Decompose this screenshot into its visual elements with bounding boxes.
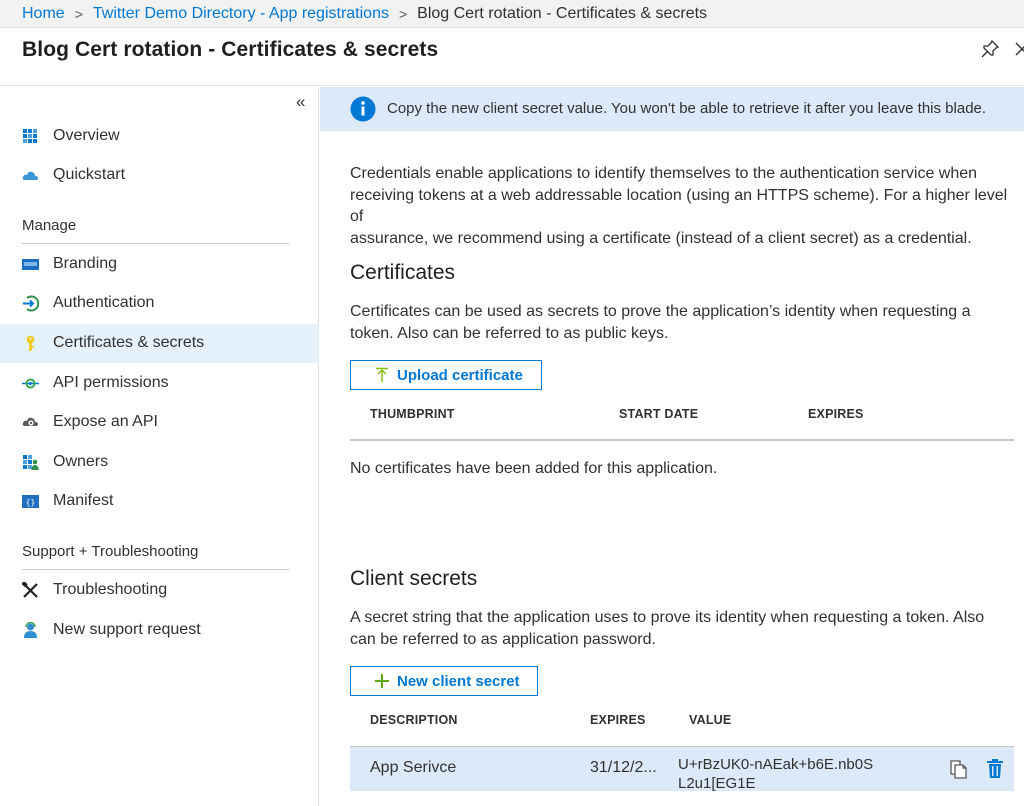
grid-icon — [23, 129, 37, 143]
certificates-description-line: token. Also can be referred to as public… — [350, 324, 669, 342]
intro-line: receiving tokens at a web addressable lo… — [350, 186, 1008, 226]
sidebar-item-label: Owners — [53, 453, 109, 470]
secret-description: App Serivce — [370, 759, 457, 776]
sidebar-item-label: Expose an API — [53, 413, 158, 430]
section-divider — [22, 569, 289, 570]
sidebar-item-expose-an-api[interactable]: Expose an API — [0, 403, 319, 442]
cloud-gear-icon — [22, 417, 38, 426]
intro-line: Credentials enable applications to ident… — [350, 165, 978, 182]
key-icon — [26, 335, 35, 351]
info-icon — [350, 96, 376, 122]
manifest-icon: {} — [22, 495, 39, 508]
sidebar-nav: « Overview Quickstart Manage Branding Au… — [0, 87, 319, 806]
collapse-sidebar-icon[interactable]: « — [296, 92, 305, 112]
blade-header: Blog Cert rotation - Certificates & secr… — [0, 28, 1024, 86]
branding-icon — [22, 259, 39, 270]
sidebar-item-troubleshooting[interactable]: Troubleshooting — [0, 571, 319, 610]
upload-icon — [376, 367, 388, 382]
plus-icon — [375, 674, 389, 688]
page-title: Blog Cert rotation - Certificates & secr… — [22, 38, 439, 61]
sidebar-item-manifest[interactable]: {} Manifest — [0, 482, 319, 521]
certificates-empty-message: No certificates have been added for this… — [350, 460, 718, 477]
column-header-expires[interactable]: EXPIRES — [808, 407, 864, 421]
column-header-start-date[interactable]: START DATE — [619, 407, 698, 421]
secret-expires: 31/12/2... — [590, 759, 657, 776]
certificates-heading: Certificates — [350, 261, 456, 284]
certificates-description: Certificates can be used as secrets to p… — [350, 301, 971, 344]
info-banner: Copy the new client secret value. You wo… — [320, 87, 1024, 131]
intro-line: assurance, we recommend using a certific… — [350, 229, 972, 247]
delete-icon[interactable] — [987, 759, 1003, 778]
copy-icon[interactable] — [948, 757, 970, 779]
info-banner-text: Copy the new client secret value. You wo… — [387, 100, 987, 117]
api-permissions-icon — [22, 378, 39, 389]
sidebar-item-owners[interactable]: Owners — [0, 443, 319, 482]
sidebar-item-label: New support request — [53, 621, 201, 638]
authentication-icon — [23, 295, 39, 312]
breadcrumb-home-link[interactable]: Home — [22, 5, 65, 23]
pin-icon[interactable] — [981, 40, 999, 58]
secret-value[interactable]: U+rBzUK0-nAEak+b6E.nb0SL2u1[EG1E — [678, 755, 878, 791]
upload-certificate-button[interactable]: Upload certificate — [350, 360, 542, 390]
sidebar-item-label: Branding — [53, 255, 118, 272]
breadcrumb-current: Blog Cert rotation - Certificates & secr… — [417, 4, 708, 22]
sidebar-item-authentication[interactable]: Authentication — [0, 284, 319, 323]
sidebar-item-api-permissions[interactable]: API permissions — [0, 364, 319, 403]
upload-certificate-label: Upload certificate — [397, 366, 523, 384]
table-header-divider — [350, 439, 1014, 441]
support-person-icon — [24, 622, 37, 638]
section-divider — [22, 243, 289, 244]
breadcrumb-directory-link[interactable]: Twitter Demo Directory - App registratio… — [93, 5, 389, 23]
intro-text: Credentials enable applications to ident… — [350, 163, 1024, 249]
sidebar-item-branding[interactable]: Branding — [0, 245, 319, 284]
wrench-icon — [22, 582, 38, 598]
client-secrets-description-line: can be referred to as application passwo… — [350, 630, 656, 648]
sidebar-item-label: Overview — [53, 127, 120, 144]
close-icon[interactable] — [1014, 40, 1024, 58]
sidebar-item-label: Certificates & secrets — [53, 334, 205, 351]
table-row[interactable]: App Serivce 31/12/2... U+rBzUK0-nAEak+b6… — [350, 746, 1014, 791]
sidebar-item-label: Manifest — [53, 492, 114, 509]
certificates-description-line: Certificates can be used as secrets to p… — [350, 303, 971, 320]
sidebar-item-overview[interactable]: Overview — [0, 117, 319, 156]
manage-section-label: Manage — [22, 217, 77, 234]
svg-text:{}: {} — [26, 498, 36, 507]
column-header-description[interactable]: DESCRIPTION — [370, 713, 458, 727]
main-content: Copy the new client secret value. You wo… — [320, 87, 1024, 806]
column-header-value[interactable]: VALUE — [689, 713, 731, 727]
sidebar-item-label: Authentication — [53, 294, 155, 311]
client-secrets-heading: Client secrets — [350, 567, 478, 590]
sidebar-item-certificates-secrets[interactable]: Certificates & secrets — [0, 324, 319, 363]
sidebar-item-label: Quickstart — [53, 166, 126, 183]
client-secrets-description: A secret string that the application use… — [350, 607, 984, 650]
breadcrumb-separator: > — [74, 5, 83, 22]
support-section-label: Support + Troubleshooting — [22, 543, 199, 560]
sidebar-item-new-support-request[interactable]: New support request — [0, 611, 319, 650]
owners-icon — [23, 455, 39, 470]
breadcrumb: Home > Twitter Demo Directory - App regi… — [0, 0, 1024, 28]
sidebar-item-label: Troubleshooting — [53, 581, 168, 598]
sidebar-item-quickstart[interactable]: Quickstart — [0, 156, 319, 195]
new-client-secret-button[interactable]: New client secret — [350, 666, 538, 696]
new-client-secret-label: New client secret — [397, 672, 520, 690]
cloud-icon — [22, 171, 38, 180]
sidebar-item-label: API permissions — [53, 374, 169, 391]
column-header-thumbprint[interactable]: THUMBPRINT — [370, 407, 455, 421]
breadcrumb-separator: > — [398, 5, 408, 22]
column-header-expires[interactable]: EXPIRES — [590, 713, 646, 727]
client-secrets-description-line: A secret string that the application use… — [350, 609, 985, 626]
